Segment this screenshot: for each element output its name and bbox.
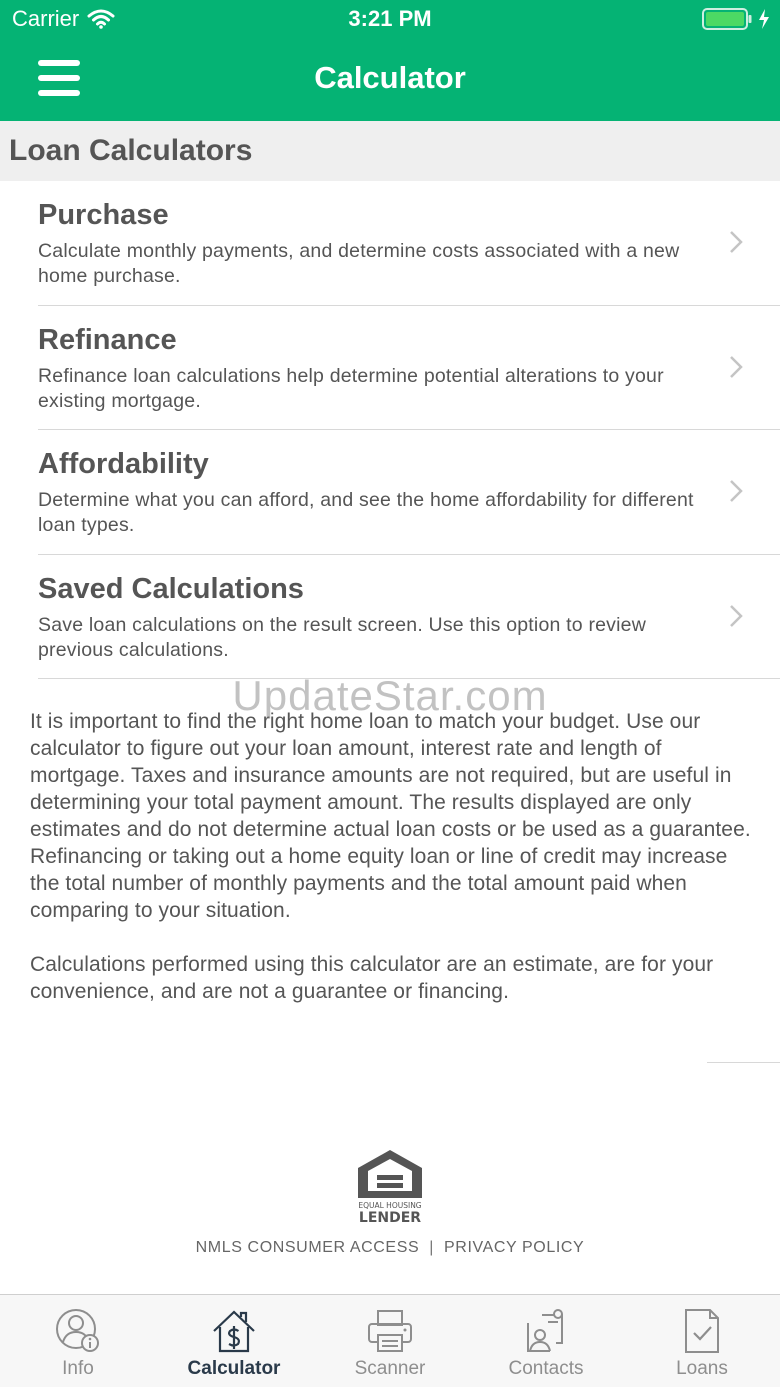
status-right — [702, 8, 770, 30]
app-header: Carrier 3:21 PM Calculator — [0, 0, 780, 121]
status-bar: Carrier 3:21 PM — [0, 0, 780, 40]
document-check-icon — [685, 1309, 719, 1353]
nmls-consumer-access-link[interactable]: NMLS CONSUMER ACCESS — [196, 1239, 420, 1256]
disclaimer-paragraph: Calculations performed using this calcul… — [30, 953, 714, 1003]
tab-label: Info — [62, 1358, 94, 1379]
list-item-refinance[interactable]: Refinance Refinance loan calculations he… — [0, 306, 780, 430]
tab-label: Loans — [676, 1358, 728, 1379]
list-item-title: Saved Calculations — [38, 572, 304, 605]
tab-contacts[interactable]: Contacts — [468, 1295, 624, 1387]
chevron-right-icon — [730, 355, 743, 378]
list-item-title: Purchase — [38, 199, 169, 231]
tab-loans[interactable]: Loans — [624, 1295, 780, 1387]
tab-scanner[interactable]: Scanner — [312, 1295, 468, 1387]
footer-separator: | — [429, 1239, 435, 1256]
chevron-right-icon — [730, 231, 743, 253]
tab-label: Scanner — [354, 1358, 426, 1379]
tab-bar: Info Calculator Scanner Contacts Loans — [0, 1294, 780, 1387]
privacy-policy-link[interactable]: PRIVACY POLICY — [444, 1239, 584, 1256]
disclaimer-text: It is important to find the right home l… — [30, 708, 755, 1032]
nav-bar: Calculator — [0, 40, 780, 121]
footer-links: NMLS CONSUMER ACCESS | PRIVACY POLICY — [0, 1239, 780, 1257]
list-item-description: Refinance loan calculations help determi… — [38, 364, 664, 412]
list-item-saved-calculations[interactable]: Saved Calculations Save loan calculation… — [0, 555, 780, 679]
status-time: 3:21 PM — [348, 6, 432, 31]
watermark: UpdateStar.com — [232, 672, 548, 719]
disclaimer-paragraph: It is important to find the right home l… — [30, 710, 751, 922]
charging-bolt-icon — [759, 9, 769, 29]
equal-housing-lender-logo: EQUAL HOUSING LENDER — [358, 1150, 422, 1224]
house-dollar-icon — [213, 1310, 255, 1353]
chevron-right-icon — [730, 480, 743, 502]
list-item-affordability[interactable]: Affordability Determine what you can aff… — [0, 430, 780, 555]
section-title: Loan Calculators — [9, 134, 253, 167]
list-item-description: Save loan calculations on the result scr… — [38, 613, 646, 661]
scanner-icon — [368, 1310, 412, 1352]
contacts-icon — [527, 1309, 563, 1352]
tab-label: Contacts — [508, 1358, 584, 1379]
list-item-title: Affordability — [38, 448, 209, 480]
tab-calculator[interactable]: Calculator — [156, 1295, 312, 1387]
calculator-list: Purchase Calculate monthly payments, and… — [0, 181, 780, 679]
divider — [707, 1062, 780, 1063]
list-item-description: Determine what you can afford, and see t… — [38, 489, 694, 536]
person-info-icon — [56, 1309, 99, 1352]
list-item-title: Refinance — [38, 323, 177, 356]
page-title: Calculator — [314, 60, 466, 95]
section-header: Loan Calculators — [0, 121, 780, 181]
tab-label: Calculator — [187, 1358, 281, 1379]
chevron-right-icon — [730, 604, 743, 627]
battery-icon — [702, 8, 752, 30]
tab-info[interactable]: Info — [0, 1295, 156, 1387]
list-item-description: Calculate monthly payments, and determin… — [38, 240, 680, 287]
svg-text:EQUAL HOUSING: EQUAL HOUSING — [358, 1201, 421, 1210]
list-item-purchase[interactable]: Purchase Calculate monthly payments, and… — [0, 181, 780, 306]
svg-text:LENDER: LENDER — [359, 1210, 421, 1224]
